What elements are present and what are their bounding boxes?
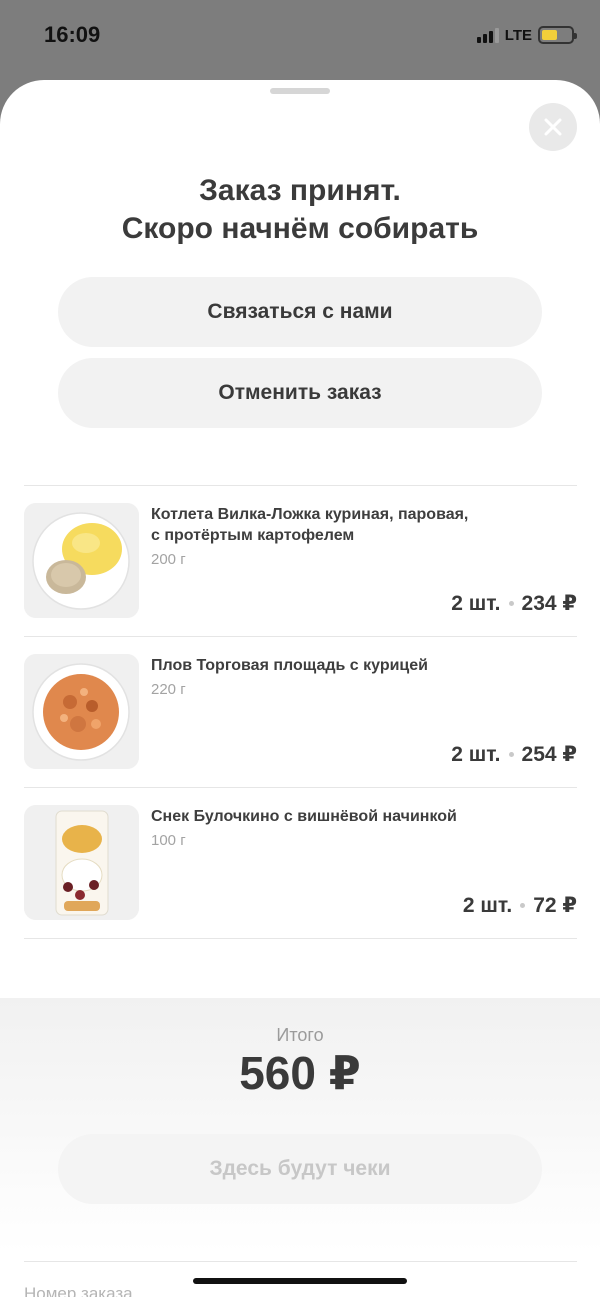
home-indicator[interactable] [193,1278,407,1284]
product-price: 72 ₽ [533,894,577,917]
list-item[interactable]: Снек Булочкино с вишнёвой начинкой 100 г… [24,788,577,939]
close-button[interactable] [529,103,577,151]
product-price: 254 ₽ [521,743,577,766]
total-section: Итого 560 ₽ Здесь будут чеки Номер заказ… [0,998,600,1297]
separator-dot [520,903,526,908]
product-image [24,805,139,920]
cancel-order-button[interactable]: Отменить заказ [58,358,542,428]
product-name-line: Котлета Вилка-Ложка куриная, паровая, [151,506,469,523]
separator-dot [508,601,514,606]
network-label: LTE [504,26,532,44]
product-quantity: 2 шт. [451,742,501,766]
product-name-line: с протёртым картофелем [151,527,355,544]
product-name: Котлета Вилка-Ложка куриная, паровая, с … [151,504,571,570]
product-price-row: 2 шт. 72 ₽ [463,893,577,918]
status-indicators: LTE [476,26,577,44]
receipts-button[interactable]: Здесь будут чеки [58,1134,542,1204]
list-item[interactable]: Котлета Вилка-Ложка куриная, паровая, с … [24,486,577,637]
title-line-2: Скоро начнём собирать [121,212,479,245]
product-quantity: 2 шт. [462,893,513,917]
separator-dot [508,752,514,757]
product-weight: 200 г [151,551,186,568]
battery-icon [538,26,577,44]
total-label: Итого [276,1025,324,1045]
product-price-row: 2 шт. 254 ₽ [451,742,577,767]
product-weight: 220 г [151,681,186,698]
divider [24,1261,577,1262]
signal-icon [476,27,499,43]
list-item[interactable]: Плов Торговая площадь с курицей 220 г 2 … [24,637,577,788]
product-name-line: Снек Булочкино с вишнёвой начинкой [151,808,457,825]
contact-us-button[interactable]: Связаться с нами [58,277,542,347]
product-image [24,503,139,618]
product-price-row: 2 шт. 234 ₽ [451,591,577,616]
status-time: 16:09 [44,22,101,47]
status-bar: 16:09 LTE [0,0,600,72]
order-number-label: Номер заказа [24,1284,133,1297]
product-name: Снек Булочкино с вишнёвой начинкой 100 г [151,806,571,851]
order-sheet: Заказ принят. Скоро начнём собирать Связ… [0,80,600,1297]
product-quantity: 2 шт. [451,591,501,615]
total-value: 560 ₽ [239,1047,361,1099]
page-title: Заказ принят. Скоро начнём собирать [0,172,600,248]
product-price: 234 ₽ [521,592,577,615]
order-items-list: Котлета Вилка-Ложка куриная, паровая, с … [24,485,577,939]
close-icon [544,118,562,136]
product-name: Плов Торговая площадь с курицей 220 г [151,655,571,700]
product-image [24,654,139,769]
product-weight: 100 г [151,832,186,849]
sheet-grabber[interactable] [270,88,330,94]
product-name-line: Плов Торговая площадь с курицей [151,657,428,674]
title-line-1: Заказ принят. [199,174,401,207]
